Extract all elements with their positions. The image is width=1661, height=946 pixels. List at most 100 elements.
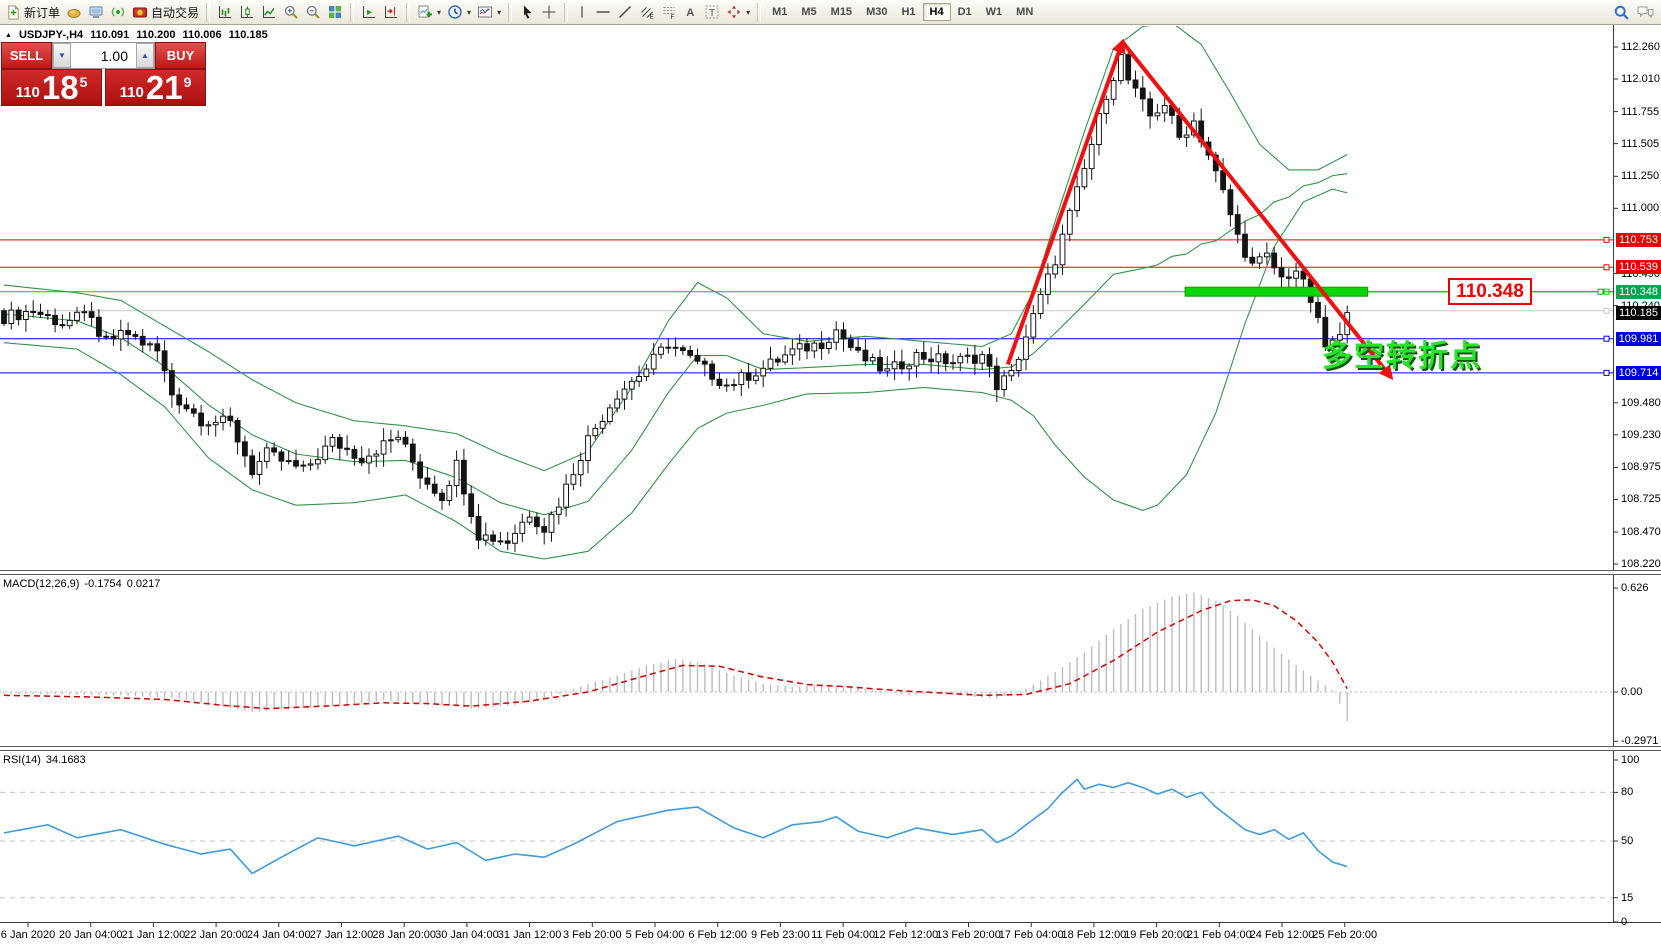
chat-button[interactable]: [1633, 2, 1658, 23]
chart-shift-button[interactable]: [380, 2, 402, 23]
time-axis-label: 18 Feb 12:00: [1061, 929, 1126, 941]
toolbar-separator: [757, 3, 761, 22]
trendline-icon: [617, 4, 633, 20]
timeframe-h1[interactable]: H1: [894, 3, 922, 21]
rsi-indicator-label: RSI(14) 34.1683: [3, 754, 86, 766]
panel-divider-main-macd[interactable]: [0, 570, 1661, 575]
buy-button[interactable]: BUY: [155, 42, 206, 69]
auto-trading-button[interactable]: 自动交易: [129, 2, 202, 23]
signal-button[interactable]: [107, 2, 129, 23]
volume-increase-button[interactable]: ▲: [136, 43, 154, 68]
time-axis-label: 24 Jan 04:00: [247, 929, 311, 941]
timeframe-w1[interactable]: W1: [979, 3, 1010, 21]
gold-icon: [66, 4, 82, 20]
channel-tool-button[interactable]: E: [636, 2, 658, 23]
time-axis-label: 17 Feb 04:00: [999, 929, 1064, 941]
vertical-line-tool-button[interactable]: [572, 2, 592, 23]
new-chart-button[interactable]: ▾: [414, 2, 444, 23]
fibonacci-tool-button[interactable]: F: [658, 2, 680, 23]
search-icon: [1613, 4, 1630, 21]
label-tool-button[interactable]: T: [701, 2, 723, 23]
volume-value[interactable]: 1.00: [71, 43, 136, 68]
line-chart-button[interactable]: [258, 2, 280, 23]
horizontal-line-tool-button[interactable]: [592, 2, 614, 23]
auto-scroll-button[interactable]: [358, 2, 380, 23]
remote-desktop-button[interactable]: [85, 2, 107, 23]
zoom-in-icon: [283, 4, 299, 20]
dropdown-caret-icon: ▾: [467, 8, 471, 17]
time-axis-label: 21 Jan 12:00: [122, 929, 186, 941]
volume-decrease-button[interactable]: ▼: [53, 43, 71, 68]
search-button[interactable]: [1610, 2, 1633, 23]
sell-price-prefix: 110: [16, 84, 40, 101]
tile-windows-icon: [327, 4, 343, 20]
candlestick-button[interactable]: [236, 2, 258, 23]
timeframe-mn[interactable]: MN: [1009, 3, 1040, 21]
tile-windows-button[interactable]: [324, 2, 346, 23]
sell-button[interactable]: SELL: [1, 42, 52, 69]
periods-button[interactable]: ▾: [444, 2, 474, 23]
rsi-tick-label: 80: [1621, 786, 1633, 798]
timeframe-m30[interactable]: M30: [859, 3, 894, 21]
label-icon: T: [704, 4, 720, 20]
toolbar-separator: [350, 3, 354, 22]
chart-canvas[interactable]: [0, 0, 1661, 946]
macd-tick-label: 0.00: [1621, 686, 1642, 698]
ohlc-low: 110.006: [182, 29, 221, 41]
buy-price-prefix: 110: [120, 84, 144, 101]
price-badge: 110.753: [1616, 233, 1661, 247]
timeframe-m1[interactable]: M1: [765, 3, 794, 21]
timeframe-m15[interactable]: M15: [824, 3, 859, 21]
time-axis-label: 31 Jan 12:00: [498, 929, 562, 941]
price-badge: 109.981: [1616, 332, 1661, 346]
bar-chart-button[interactable]: [214, 2, 236, 23]
trend-arrow: [1122, 42, 1391, 377]
time-axis-label: 11 Feb 04:00: [811, 929, 875, 941]
price-level-flag[interactable]: 110.348: [1448, 278, 1532, 305]
gold-button[interactable]: [63, 2, 85, 23]
new-chart-icon: [417, 4, 433, 20]
candlestick-icon: [239, 4, 255, 20]
time-axis-label: 19 Feb 20:00: [1124, 929, 1189, 941]
timeframe-d1[interactable]: D1: [951, 3, 979, 21]
template-button[interactable]: ▾: [474, 2, 504, 23]
trading-terminal-window: 新订单 自动交易 ▾ ▾ ▾: [0, 0, 1661, 946]
ohlc-open: 110.091: [90, 29, 129, 41]
sell-price-box[interactable]: 110 18 5: [1, 69, 102, 106]
cursor-tool-button[interactable]: [516, 2, 538, 23]
fibonacci-icon: F: [661, 4, 677, 20]
trendline-tool-button[interactable]: [614, 2, 636, 23]
svg-text:E: E: [650, 14, 655, 21]
rsi-name: RSI(14): [3, 754, 41, 766]
panel-divider-macd-rsi[interactable]: [0, 746, 1661, 751]
svg-text:T: T: [709, 8, 715, 19]
timeframe-h4[interactable]: H4: [923, 3, 951, 21]
text-tool-button[interactable]: A: [680, 2, 701, 23]
zoom-in-button[interactable]: [280, 2, 302, 23]
channel-icon: E: [639, 4, 655, 20]
level-line-handle: [1604, 336, 1609, 341]
macd-indicator-label: MACD(12,26,9) -0.1754 0.0217: [3, 578, 160, 590]
turning-point-annotation: 多空转折点: [1322, 331, 1482, 375]
time-axis-label: 5 Feb 04:00: [626, 929, 685, 941]
level-line-handle: [1604, 370, 1609, 375]
time-axis-label: 13 Feb 20:00: [936, 929, 1001, 941]
volume-stepper: ▼ 1.00 ▲: [52, 42, 155, 69]
price-badge: 110.185: [1616, 306, 1661, 320]
buy-price-box[interactable]: 110 21 9: [105, 69, 206, 106]
crosshair-tool-button[interactable]: [538, 2, 560, 23]
sell-price-sup: 5: [80, 74, 88, 90]
rsi-tick-label: 100: [1621, 754, 1639, 766]
arrows-tool-button[interactable]: ▾: [723, 2, 753, 23]
cursor-icon: [519, 4, 535, 20]
zoom-out-button[interactable]: [302, 2, 324, 23]
price-tick-label: 111.505: [1621, 138, 1659, 150]
time-axis-label: 24 Feb 12:00: [1250, 929, 1315, 941]
level-line-handle: [1604, 265, 1609, 270]
price-tick-label: 108.975: [1621, 461, 1661, 473]
time-axis-label: 30 Jan 04:00: [435, 929, 499, 941]
new-order-button[interactable]: 新订单: [3, 2, 63, 23]
macd-tick-label: -0.2971: [1621, 735, 1658, 747]
timeframe-m5[interactable]: M5: [794, 3, 823, 21]
price-tick-label: 111.000: [1621, 202, 1659, 214]
